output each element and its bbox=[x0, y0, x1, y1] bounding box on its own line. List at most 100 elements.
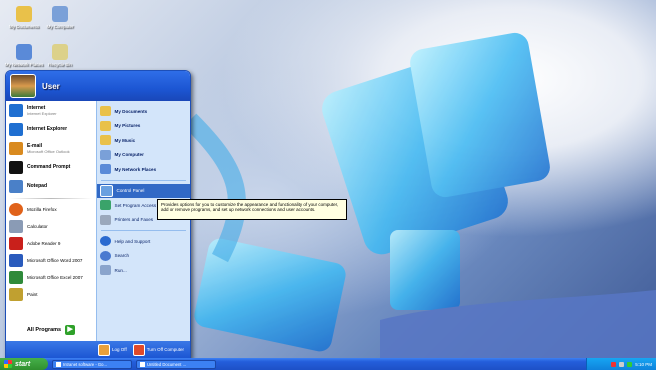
recent-item-firefox[interactable]: Mozilla Firefox bbox=[6, 201, 96, 218]
recent-item-calculator[interactable]: Calculator bbox=[6, 218, 96, 235]
task-label: Intranet software - Go... bbox=[63, 361, 107, 367]
network-icon bbox=[99, 164, 111, 175]
defaults-icon bbox=[99, 200, 111, 211]
item-label: Adobe Reader 9 bbox=[27, 241, 61, 246]
item-label: Help and Support bbox=[114, 238, 151, 244]
divider bbox=[10, 198, 92, 199]
pinned-item-internet[interactable]: Internet Internet Explorer bbox=[6, 101, 96, 120]
recent-item-paint[interactable]: Paint bbox=[6, 286, 96, 303]
recycle-bin-icon bbox=[52, 44, 68, 60]
console-icon bbox=[9, 161, 23, 174]
item-label: Microsoft Office Excel 2007 bbox=[27, 275, 83, 280]
folder-icon bbox=[99, 106, 111, 117]
tray-network-icon[interactable] bbox=[627, 361, 633, 367]
document-icon bbox=[140, 361, 145, 367]
menu-item-my-computer[interactable]: My Computer bbox=[97, 148, 190, 163]
avatar[interactable] bbox=[10, 74, 36, 98]
paint-icon bbox=[9, 288, 23, 301]
pinned-item-email[interactable]: E-mail Microsoft Office Outlook bbox=[6, 139, 96, 158]
network-icon bbox=[16, 44, 32, 60]
item-label: My Network Places bbox=[114, 166, 157, 172]
recent-item-excel[interactable]: Microsoft Office Excel 2007 bbox=[6, 269, 96, 286]
item-label: Control Panel bbox=[116, 188, 145, 194]
taskbar-button-untitled-document[interactable]: Untitled Document ... bbox=[136, 359, 216, 369]
item-label: My Music bbox=[114, 137, 136, 143]
item-label: Paint bbox=[27, 292, 38, 297]
item-label: Search bbox=[114, 253, 130, 259]
recent-programs: Mozilla Firefox Calculator Adobe Reader … bbox=[6, 201, 96, 303]
menu-item-my-music[interactable]: My Music bbox=[97, 133, 190, 148]
folder-icon bbox=[99, 120, 111, 131]
word-icon bbox=[9, 254, 23, 267]
tray-security-icon[interactable] bbox=[611, 361, 617, 367]
control-panel-icon bbox=[99, 184, 113, 197]
computer-icon bbox=[99, 149, 111, 160]
pinned-item-command-prompt[interactable]: Command Prompt bbox=[6, 158, 96, 177]
arrow-right-icon: ▶ bbox=[65, 325, 76, 335]
menu-item-run[interactable]: Run... bbox=[97, 263, 190, 278]
search-icon bbox=[99, 250, 111, 261]
start-menu-header: User bbox=[6, 71, 190, 101]
menu-item-control-panel[interactable]: Control Panel bbox=[96, 183, 190, 198]
desktop-icon-label: My Documents bbox=[8, 24, 39, 29]
calculator-icon bbox=[9, 220, 23, 233]
windows-logo-icon bbox=[4, 360, 12, 368]
start-menu-footer: Log Off Turn Off Computer bbox=[6, 341, 190, 358]
item-label: Run... bbox=[114, 267, 127, 273]
recent-item-adobe-reader[interactable]: Adobe Reader 9 bbox=[6, 235, 96, 252]
turn-off-label: Turn Off Computer bbox=[146, 347, 184, 352]
clock[interactable]: 5:10 PM bbox=[635, 362, 652, 367]
item-sublabel: Microsoft Office Outlook bbox=[27, 148, 70, 154]
menu-item-help-and-support[interactable]: Help and Support bbox=[97, 234, 190, 249]
taskbar-button-intranet-software[interactable]: Intranet software - Go... bbox=[52, 359, 132, 369]
taskbar: start Intranet software - Go... Untitled… bbox=[0, 358, 656, 370]
mail-icon bbox=[9, 142, 23, 155]
browser-icon bbox=[56, 361, 61, 367]
item-label: Internet Explorer bbox=[27, 126, 68, 132]
recent-item-word[interactable]: Microsoft Office Word 2007 bbox=[6, 252, 96, 269]
menu-item-search[interactable]: Search bbox=[97, 249, 190, 264]
pinned-item-notepad[interactable]: Notepad bbox=[6, 177, 96, 196]
turn-off-computer-button[interactable]: Turn Off Computer bbox=[132, 343, 184, 356]
desktop-icon-recycle-bin[interactable]: Recycle Bin bbox=[38, 44, 82, 67]
start-menu-left-pane: Internet Internet Explorer Internet Explo… bbox=[6, 101, 96, 341]
pinned-item-internet-explorer[interactable]: Internet Explorer bbox=[6, 120, 96, 139]
divider bbox=[100, 179, 186, 181]
power-icon bbox=[132, 343, 145, 356]
item-label: Command Prompt bbox=[27, 164, 71, 170]
pdf-icon bbox=[9, 237, 23, 250]
printer-icon bbox=[99, 214, 111, 225]
item-label: Mozilla Firefox bbox=[27, 207, 57, 212]
system-tray: 5:10 PM bbox=[586, 358, 656, 370]
log-off-button[interactable]: Log Off bbox=[98, 343, 127, 356]
help-icon bbox=[99, 236, 111, 247]
item-label: Notepad bbox=[27, 183, 47, 189]
internet-explorer-icon bbox=[9, 123, 23, 136]
item-sublabel: Internet Explorer bbox=[27, 110, 57, 116]
start-menu-right-pane: My Documents My Pictures My Music My Com… bbox=[95, 101, 190, 341]
all-programs-button[interactable]: All Programs ▶ bbox=[6, 319, 96, 341]
excel-icon bbox=[9, 271, 23, 284]
folder-icon bbox=[99, 135, 111, 146]
menu-item-my-network-places[interactable]: My Network Places bbox=[97, 162, 190, 177]
menu-item-my-documents[interactable]: My Documents bbox=[97, 104, 190, 119]
firefox-icon bbox=[9, 203, 23, 216]
item-label: My Pictures bbox=[114, 123, 141, 129]
item-label: Calculator bbox=[27, 224, 48, 229]
key-icon bbox=[98, 343, 111, 356]
run-icon bbox=[99, 265, 111, 276]
start-button[interactable]: start bbox=[0, 358, 48, 370]
notepad-icon bbox=[9, 180, 23, 193]
log-off-label: Log Off bbox=[112, 347, 127, 352]
item-label: My Computer bbox=[114, 152, 144, 158]
pinned-programs: Internet Internet Explorer Internet Explo… bbox=[6, 101, 96, 196]
folder-icon bbox=[16, 6, 32, 22]
internet-explorer-icon bbox=[9, 104, 23, 117]
start-label: start bbox=[15, 360, 31, 368]
desktop-icon-label: Recycle Bin bbox=[48, 62, 72, 67]
menu-item-my-pictures[interactable]: My Pictures bbox=[97, 119, 190, 134]
desktop-icon-label: My Computer bbox=[46, 24, 74, 29]
desktop-icon-my-computer[interactable]: My Computer bbox=[38, 6, 82, 29]
item-label: Microsoft Office Word 2007 bbox=[27, 258, 83, 263]
tray-volume-icon[interactable] bbox=[619, 361, 625, 367]
